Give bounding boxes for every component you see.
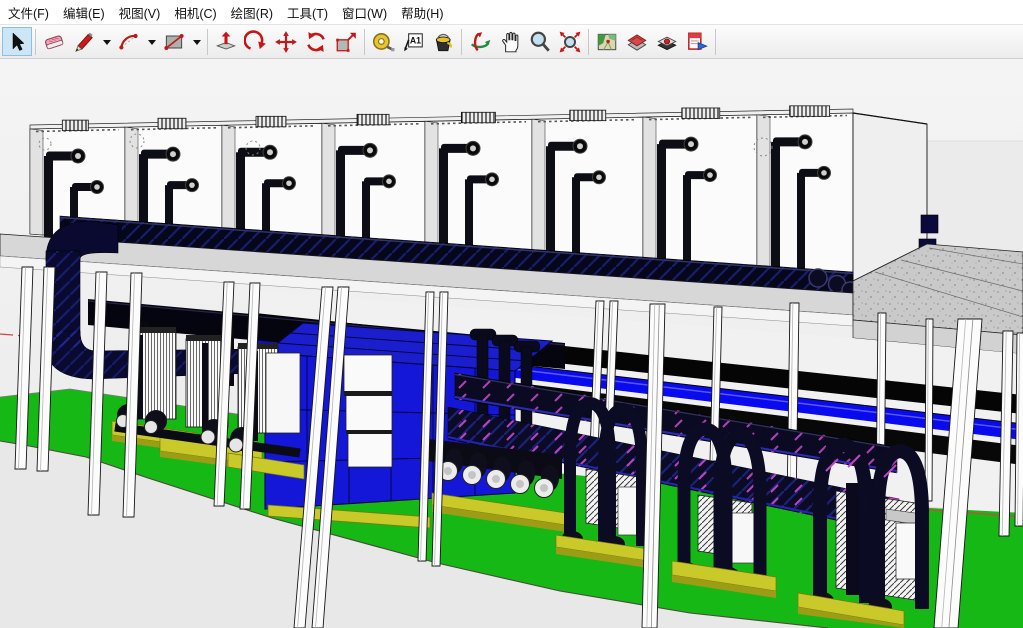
arc-dropdown-button[interactable] (144, 27, 159, 56)
stacked-tank-tower (344, 355, 392, 467)
toolbar-separator (35, 29, 36, 55)
menu-edit[interactable]: 编辑(E) (56, 0, 112, 25)
model-canvas[interactable] (0, 59, 1023, 628)
preview-in-google-earth-button[interactable] (682, 27, 712, 56)
chevron-down-icon (101, 36, 113, 48)
line-tool-button[interactable] (69, 27, 99, 56)
pump-skid-4[interactable] (672, 429, 776, 598)
tape-measure-icon (371, 30, 395, 54)
rectangle-dropdown-button[interactable] (189, 27, 204, 56)
select-arrow-icon (6, 31, 28, 53)
toggle-terrain-button[interactable] (622, 27, 652, 56)
rectangle-icon (162, 30, 186, 54)
select-tool-button[interactable] (2, 27, 32, 56)
add-location-icon (595, 30, 619, 54)
follow-me-icon (244, 30, 268, 54)
pencil-icon (72, 30, 96, 54)
rotate-icon (304, 30, 328, 54)
line-dropdown-button[interactable] (99, 27, 114, 56)
pipe-end-cap (809, 269, 827, 287)
scale-icon (334, 30, 358, 54)
move-tool-button[interactable] (271, 27, 301, 56)
pan-hand-icon (498, 30, 522, 54)
zoom-extents-tool-button[interactable] (555, 27, 585, 56)
arc-icon (117, 30, 141, 54)
push-pull-tool-button[interactable] (211, 27, 241, 56)
chevron-down-icon (191, 36, 203, 48)
paint-bucket-tool-button[interactable] (428, 27, 458, 56)
svg-text:A1: A1 (410, 35, 421, 45)
toolbar-separator (207, 29, 208, 55)
toolbar-separator (461, 29, 462, 55)
photo-textures-icon (655, 30, 679, 54)
toolbar: A1 (0, 24, 1023, 59)
scale-tool-button[interactable] (331, 27, 361, 56)
text-icon: A1 (401, 30, 425, 54)
tape-measure-tool-button[interactable] (368, 27, 398, 56)
add-location-button[interactable] (592, 27, 622, 56)
paint-bucket-icon (431, 30, 455, 54)
eraser-tool-button[interactable] (39, 27, 69, 56)
toolbar-separator (588, 29, 589, 55)
menu-tools[interactable]: 工具(T) (280, 0, 335, 25)
menu-help[interactable]: 帮助(H) (394, 0, 450, 25)
distant-ground (922, 141, 1023, 261)
pan-tool-button[interactable] (495, 27, 525, 56)
orbit-icon (468, 30, 492, 54)
model-viewport[interactable] (0, 59, 1023, 628)
zoom-icon (528, 30, 552, 54)
pipe-stub (921, 215, 938, 233)
eraser-icon (42, 30, 66, 54)
chevron-down-icon (146, 36, 158, 48)
zoom-tool-button[interactable] (525, 27, 555, 56)
menu-bar: 文件(F) 编辑(E) 视图(V) 相机(C) 绘图(R) 工具(T) 窗口(W… (0, 0, 1023, 24)
arc-tool-button[interactable] (114, 27, 144, 56)
follow-me-tool-button[interactable] (241, 27, 271, 56)
toolbar-separator (715, 29, 716, 55)
preview-google-earth-icon (685, 30, 709, 54)
rotate-tool-button[interactable] (301, 27, 331, 56)
menu-window[interactable]: 窗口(W) (335, 0, 394, 25)
zoom-extents-icon (558, 30, 582, 54)
rectangle-tool-button[interactable] (159, 27, 189, 56)
photo-textures-button[interactable] (652, 27, 682, 56)
move-icon (274, 30, 298, 54)
text-tool-button[interactable]: A1 (398, 27, 428, 56)
orbit-tool-button[interactable] (465, 27, 495, 56)
toolbar-separator (364, 29, 365, 55)
toggle-terrain-icon (625, 30, 649, 54)
menu-draw[interactable]: 绘图(R) (224, 0, 280, 25)
menu-camera[interactable]: 相机(C) (167, 0, 223, 25)
menu-view[interactable]: 视图(V) (112, 0, 168, 25)
menu-file[interactable]: 文件(F) (1, 0, 56, 25)
push-pull-icon (214, 30, 238, 54)
